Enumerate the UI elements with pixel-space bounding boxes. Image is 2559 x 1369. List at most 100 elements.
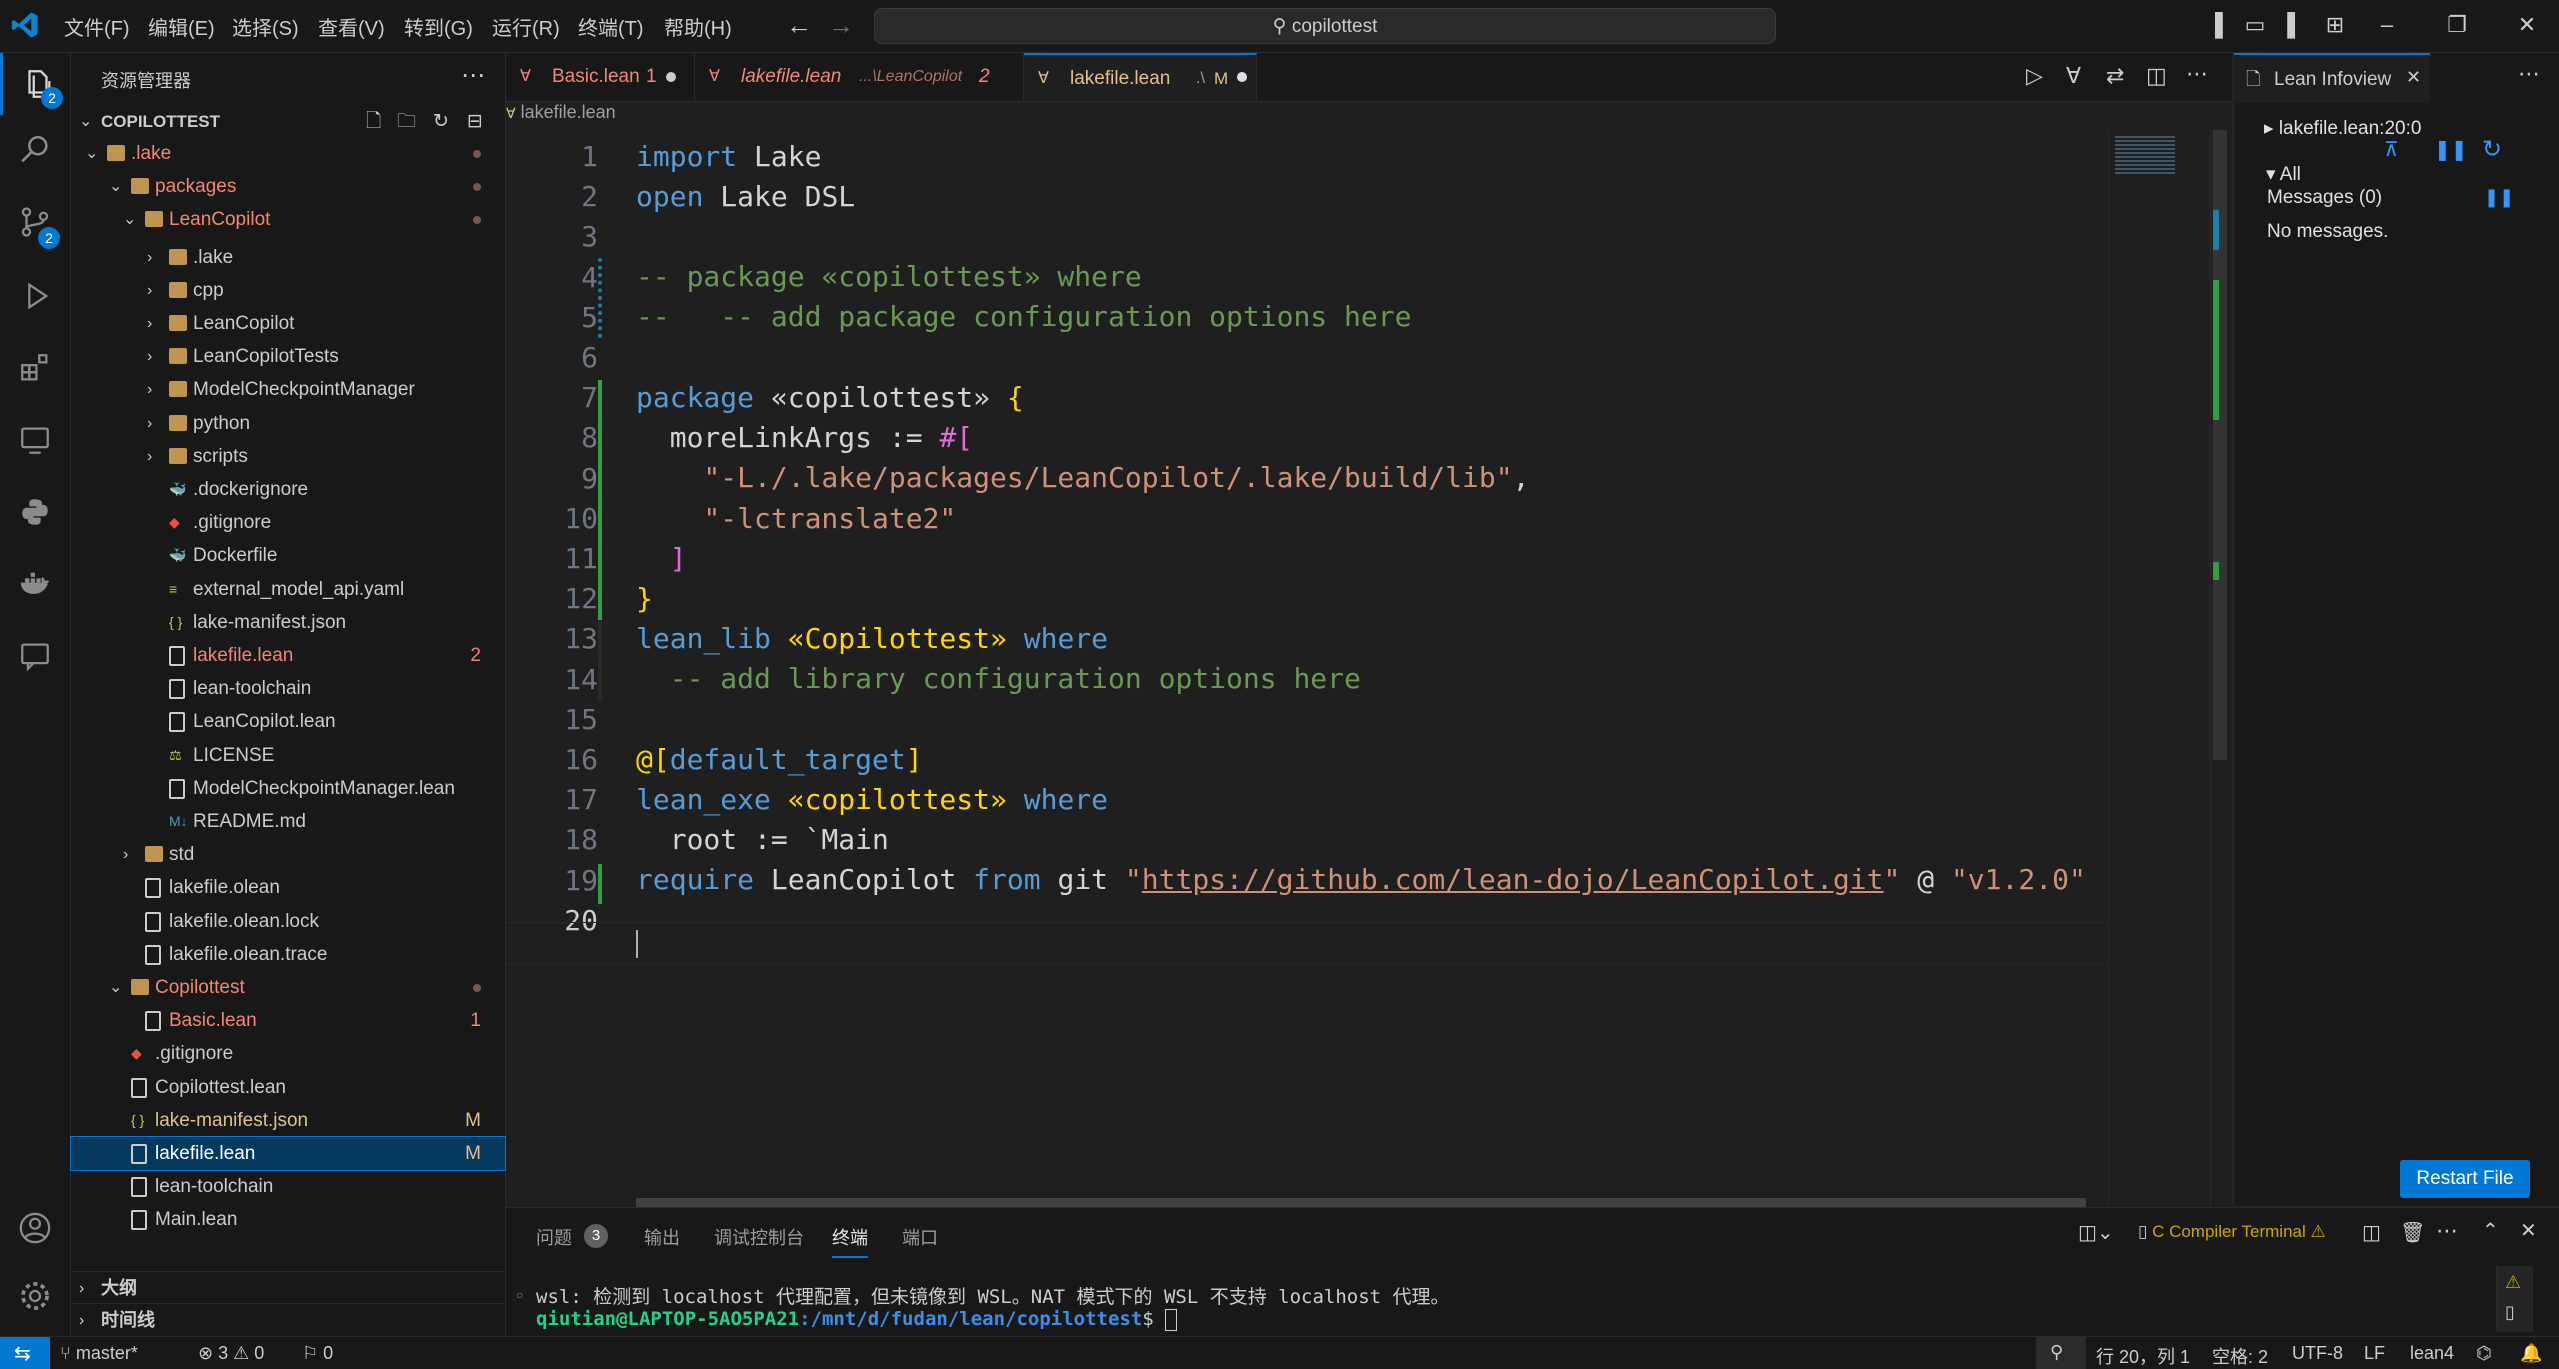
- tree-file[interactable]: M↓ README.md: [71, 805, 505, 838]
- tab-lakefile-active[interactable]: ∀ lakefile.lean .\ M: [1024, 53, 1257, 101]
- tree-folder[interactable]: ⌄ Copilottest: [71, 971, 505, 1004]
- tree-file[interactable]: ◆ .gitignore: [71, 1037, 505, 1070]
- minimap[interactable]: [2108, 130, 2209, 1205]
- search-activity[interactable]: [0, 119, 70, 181]
- menu-run[interactable]: 运行(R): [492, 12, 560, 41]
- tree-file[interactable]: lakefile.olean.trace: [71, 938, 505, 971]
- manage-activity[interactable]: [0, 1265, 70, 1327]
- tree-folder[interactable]: › scripts: [71, 440, 505, 473]
- kill-terminal-icon[interactable]: 🗑: [2400, 1220, 2425, 1245]
- more-panel-actions-icon[interactable]: ⋯: [2436, 1218, 2458, 1244]
- tree-folder[interactable]: › python: [71, 407, 505, 440]
- compare-changes-icon[interactable]: ⇄: [2106, 63, 2124, 89]
- tree-file[interactable]: Copilottest.lean: [71, 1071, 505, 1104]
- tab-lakefile-leancopilot[interactable]: ∀ lakefile.lean ...\LeanCopilot 2: [695, 53, 1024, 101]
- close-icon[interactable]: ✕: [2406, 67, 2421, 88]
- cursor-position[interactable]: 行 20，列 1: [2096, 1343, 2190, 1369]
- close-panel-icon[interactable]: ✕: [2520, 1218, 2537, 1243]
- tree-file[interactable]: lakefile.olean.lock: [71, 905, 505, 938]
- more-actions-icon[interactable]: ⋯: [461, 61, 485, 90]
- source-control-activity[interactable]: 2: [0, 191, 70, 253]
- restore-icon[interactable]: ❐: [2440, 8, 2474, 42]
- menu-help[interactable]: 帮助(H): [664, 12, 732, 41]
- tree-folder[interactable]: › std: [71, 838, 505, 871]
- run-icon[interactable]: ▷: [2026, 63, 2043, 89]
- tree-file[interactable]: Basic.lean 1: [71, 1004, 505, 1037]
- tree-folder[interactable]: ⌄ .lake: [71, 137, 505, 170]
- explorer-activity[interactable]: 2: [0, 53, 73, 115]
- tree-file[interactable]: lean-toolchain: [71, 1170, 505, 1203]
- run-debug-activity[interactable]: [0, 265, 70, 327]
- maximize-panel-icon[interactable]: ⌃: [2482, 1218, 2499, 1243]
- branch-indicator[interactable]: ⑂ master*: [60, 1343, 138, 1364]
- tab-problems[interactable]: 问题: [536, 1224, 572, 1250]
- tree-file[interactable]: 🐳 Dockerfile: [71, 539, 505, 572]
- new-file-icon[interactable]: 🗋: [366, 105, 381, 138]
- tab-basic-lean[interactable]: ∀ Basic.lean 1: [506, 53, 695, 101]
- command-center-search[interactable]: ⚲ copilottest: [874, 8, 1776, 44]
- split-editor-icon[interactable]: ◫: [2146, 63, 2167, 89]
- pause-messages-icon[interactable]: ❚❚: [2484, 187, 2514, 208]
- remote-indicator[interactable]: ⇆: [0, 1337, 50, 1369]
- breadcrumb[interactable]: ∀ lakefile.lean: [506, 102, 616, 123]
- minimize-icon[interactable]: –: [2370, 8, 2404, 42]
- back-arrow-icon[interactable]: ←: [786, 10, 812, 41]
- zoom-indicator[interactable]: ⚲: [2036, 1337, 2086, 1369]
- tree-file[interactable]: LeanCopilot.lean: [71, 705, 505, 738]
- tree-file[interactable]: { } lake-manifest.json: [71, 606, 505, 639]
- close-window-icon[interactable]: ✕: [2510, 8, 2544, 42]
- tree-file[interactable]: 🐳 .dockerignore: [71, 473, 505, 506]
- remote-explorer-activity[interactable]: [0, 409, 70, 471]
- tree-folder[interactable]: › .lake: [71, 241, 505, 274]
- menu-terminal[interactable]: 终端(T): [578, 12, 644, 41]
- pause-icon[interactable]: ❚❚: [2434, 137, 2468, 162]
- explorer-root[interactable]: ⌄ COPILOTTEST 🗋 🗀 ↻ ⊟: [71, 105, 505, 138]
- pin-icon[interactable]: ⊼: [2384, 137, 2399, 162]
- tab-output[interactable]: 输出: [644, 1224, 680, 1250]
- menu-go[interactable]: 转到(G): [404, 12, 473, 41]
- tree-file[interactable]: lean-toolchain: [71, 672, 505, 705]
- toggle-panel-icon[interactable]: ▭: [2238, 8, 2272, 42]
- extensions-activity[interactable]: [0, 337, 70, 399]
- tree-folder[interactable]: ⌄ LeanCopilot: [71, 203, 505, 236]
- language-mode[interactable]: lean4: [2410, 1343, 2454, 1364]
- accounts-activity[interactable]: [0, 1197, 70, 1259]
- tree-file[interactable]: ModelCheckpointManager.lean: [71, 772, 505, 805]
- code-editor[interactable]: 1 2 3 4 5 6 7 8 9 10 11 12 13 14 15 16 17 18 19 20 import L…: [506, 130, 2110, 1212]
- timeline-section[interactable]: › 时间线: [71, 1303, 505, 1337]
- python-activity[interactable]: [0, 481, 70, 543]
- tree-folder[interactable]: › LeanCopilot: [71, 307, 505, 340]
- split-terminal-icon[interactable]: ◫: [2362, 1220, 2381, 1245]
- copilot-icon[interactable]: ⌬: [2476, 1343, 2492, 1364]
- notifications-icon[interactable]: 🔔: [2520, 1343, 2542, 1364]
- chat-activity[interactable]: [0, 625, 70, 687]
- more-editor-actions-icon[interactable]: ⋯: [2186, 61, 2208, 87]
- tree-file[interactable]: lakefile.lean 2: [71, 639, 505, 672]
- toggle-secondary-sidebar-icon[interactable]: ▌: [2278, 8, 2312, 42]
- infoview-tab[interactable]: 🗋 Lean Infoview ✕: [2234, 53, 2430, 103]
- customize-layout-icon[interactable]: ⊞: [2318, 8, 2352, 42]
- menu-selection[interactable]: 选择(S): [232, 12, 299, 41]
- tree-file[interactable]: Main.lean: [71, 1203, 505, 1236]
- restart-file-button[interactable]: Restart File: [2400, 1160, 2530, 1198]
- terminal-layout-icon[interactable]: ◫⌄: [2078, 1220, 2114, 1245]
- toggle-primary-sidebar-icon[interactable]: ▐: [2198, 8, 2232, 42]
- docker-activity[interactable]: [0, 553, 70, 615]
- tree-folder[interactable]: › ModelCheckpointManager: [71, 373, 505, 406]
- tree-file[interactable]: ◆ .gitignore: [71, 506, 505, 539]
- tree-file[interactable]: { } lake-manifest.json M: [71, 1104, 505, 1137]
- tree-folder[interactable]: › LeanCopilotTests: [71, 340, 505, 373]
- menu-file[interactable]: 文件(F): [64, 12, 130, 41]
- indentation[interactable]: 空格: 2: [2212, 1343, 2268, 1369]
- terminal-tabs-list[interactable]: ⚠ ▯: [2496, 1266, 2533, 1332]
- forward-arrow-icon[interactable]: →: [828, 10, 854, 41]
- lean-forall-icon[interactable]: ∀: [2066, 63, 2081, 89]
- collapse-all-icon[interactable]: ⊟: [467, 105, 483, 138]
- tab-terminal[interactable]: 终端: [832, 1224, 868, 1258]
- refresh-icon[interactable]: ↻: [433, 105, 449, 138]
- refresh-icon[interactable]: ↻: [2482, 135, 2502, 164]
- tree-file[interactable]: lakefile.lean M: [70, 1136, 506, 1171]
- all-messages-toggle[interactable]: ▾ All: [2266, 163, 2301, 186]
- tree-file[interactable]: ⚖ LICENSE: [71, 739, 505, 772]
- line-ending[interactable]: LF: [2364, 1343, 2385, 1364]
